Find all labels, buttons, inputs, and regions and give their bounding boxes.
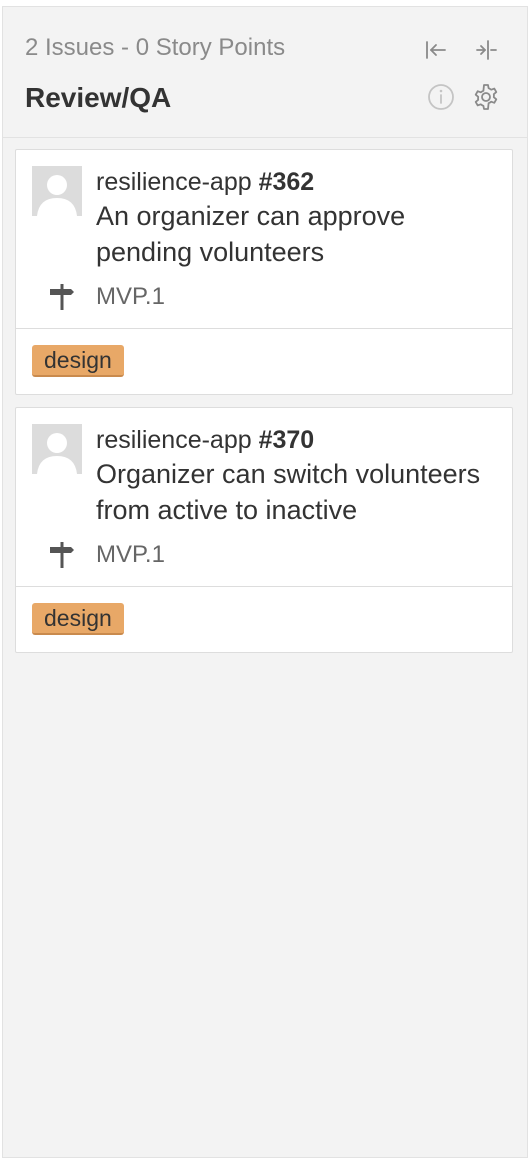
milestone: MVP.1 [50, 280, 496, 314]
issue-title[interactable]: Organizer can switch volunteers from act… [96, 456, 496, 528]
issue-number[interactable]: #370 [259, 426, 315, 454]
gear-icon[interactable] [471, 82, 501, 112]
pipeline-column: 2 Issues - 0 Story Points Review/QA resi… [2, 6, 528, 1158]
issue-repo: resilience-app [96, 168, 252, 196]
info-icon[interactable] [426, 82, 456, 112]
issue-title[interactable]: An organizer can approve pending volunte… [96, 198, 496, 270]
issue-repo-line: resilience-app #370 [96, 424, 496, 456]
issue-card-labels: design [16, 328, 512, 394]
avatar [32, 424, 82, 474]
column-header: 2 Issues - 0 Story Points Review/QA [3, 7, 527, 138]
issue-card-labels: design [16, 586, 512, 652]
label-badge[interactable]: design [32, 603, 124, 635]
issue-card-list: resilience-app #362 An organizer can app… [15, 149, 513, 665]
milestone-label: MVP.1 [96, 541, 165, 568]
issue-card-body: resilience-app #362 An organizer can app… [16, 150, 512, 328]
collapse-column-icon[interactable] [471, 35, 501, 65]
avatar [32, 166, 82, 216]
signpost-icon [46, 281, 78, 313]
issue-card[interactable]: resilience-app #362 An organizer can app… [15, 149, 513, 395]
signpost-icon [46, 539, 78, 571]
label-badge[interactable]: design [32, 345, 124, 377]
collapse-left-icon[interactable] [421, 35, 451, 65]
issue-repo: resilience-app [96, 426, 252, 454]
column-title: Review/QA [25, 82, 172, 113]
issue-repo-line: resilience-app #362 [96, 166, 496, 198]
issue-card[interactable]: resilience-app #370 Organizer can switch… [15, 407, 513, 653]
issue-number[interactable]: #362 [259, 168, 315, 196]
column-summary: 2 Issues - 0 Story Points [25, 34, 286, 61]
milestone-label: MVP.1 [96, 283, 165, 310]
milestone: MVP.1 [50, 538, 496, 572]
issue-card-body: resilience-app #370 Organizer can switch… [16, 408, 512, 586]
